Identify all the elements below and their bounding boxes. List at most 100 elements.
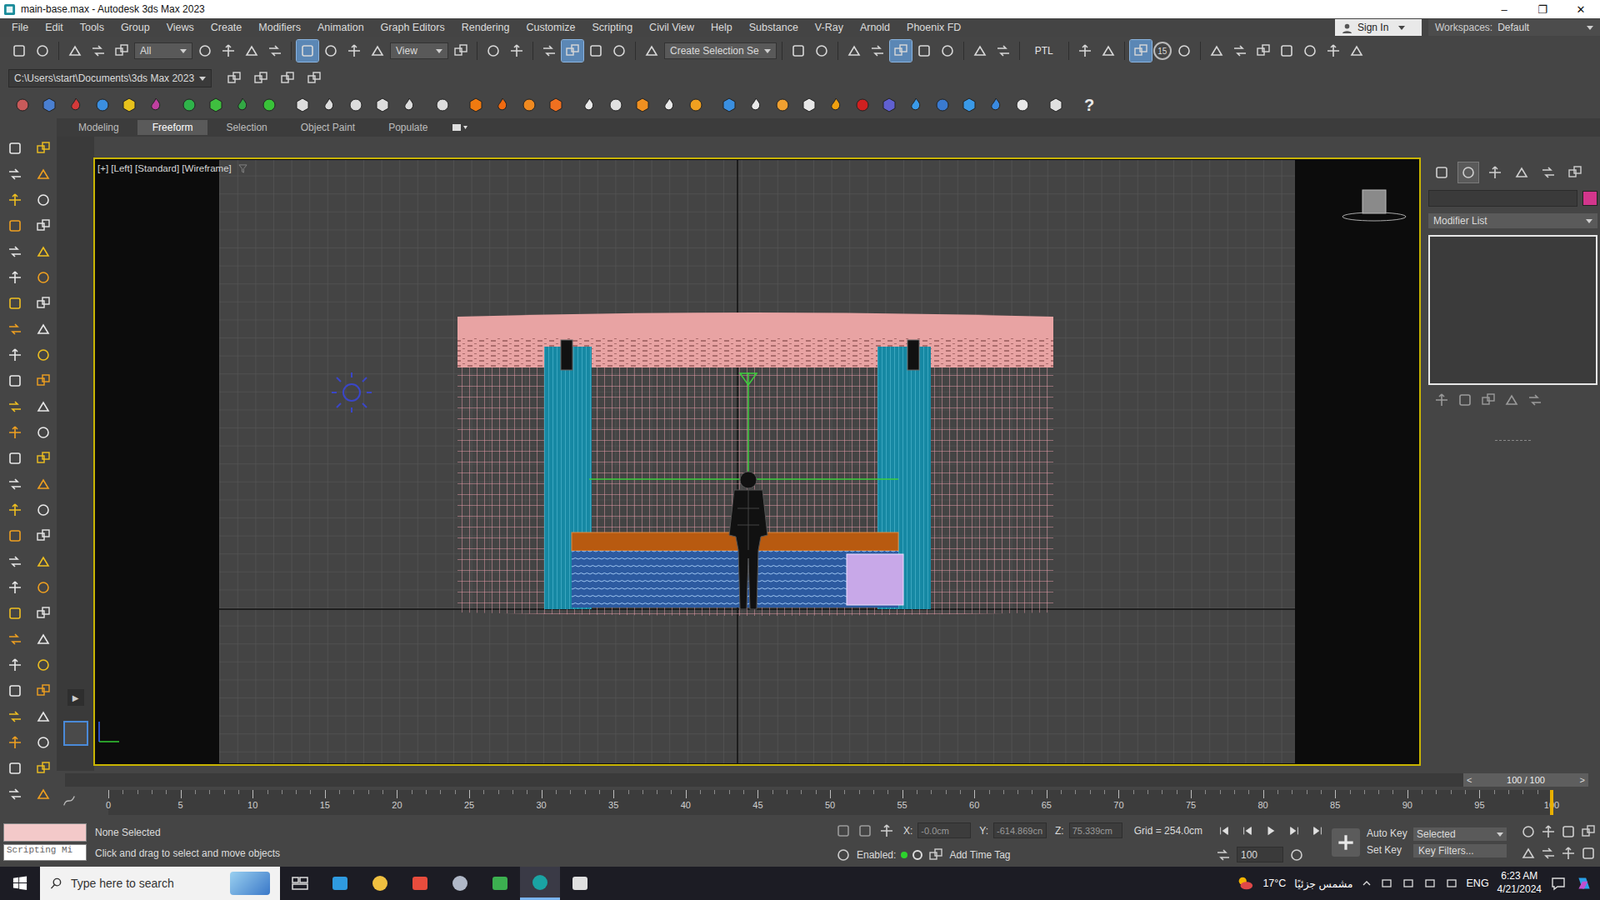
left-tool-button[interactable] bbox=[2, 186, 28, 213]
clock[interactable]: 6:23 AM4/21/2024 bbox=[1497, 870, 1542, 896]
command-panel-tab[interactable] bbox=[1511, 162, 1532, 183]
toolbar-button[interactable] bbox=[561, 40, 584, 62]
coordinate-field[interactable]: -614.869cn bbox=[993, 822, 1047, 839]
toolbar-button[interactable] bbox=[890, 40, 912, 62]
modifier-stack[interactable] bbox=[1428, 235, 1598, 385]
toolbar-button[interactable] bbox=[936, 40, 959, 62]
project-path-dropdown[interactable]: C:\Users\start\Documents\3ds Max 2023 bbox=[8, 69, 212, 88]
navigation-button[interactable] bbox=[1520, 823, 1537, 840]
left-tool-button[interactable] bbox=[30, 651, 56, 678]
left-tool-button[interactable] bbox=[2, 160, 28, 187]
toolbar-button[interactable] bbox=[810, 40, 833, 62]
extra-tool-button[interactable] bbox=[258, 94, 280, 116]
extra-tool-button[interactable] bbox=[605, 94, 627, 116]
layout-toggle-button[interactable]: ▶ bbox=[67, 689, 85, 706]
human-figure[interactable] bbox=[729, 471, 768, 610]
toolbar-button[interactable] bbox=[913, 40, 935, 62]
toolbar-button[interactable] bbox=[969, 40, 991, 62]
toolbar-button[interactable] bbox=[110, 40, 133, 62]
toolbar-label[interactable]: PTL bbox=[1025, 45, 1064, 57]
window-control-button[interactable]: ❐ bbox=[1523, 0, 1562, 19]
menu-item[interactable]: Customize bbox=[517, 21, 584, 34]
key-filters-button[interactable]: Key Filters... bbox=[1413, 844, 1507, 858]
toolbar-button[interactable] bbox=[217, 40, 240, 62]
taskbar-app[interactable] bbox=[280, 866, 320, 900]
object-color-swatch[interactable] bbox=[1582, 190, 1598, 206]
toolbar-badge-button[interactable]: 15 bbox=[1153, 41, 1172, 60]
tray-icon[interactable] bbox=[1423, 876, 1437, 890]
time-tag-toggle[interactable] bbox=[912, 850, 923, 860]
extra-tool-button[interactable] bbox=[878, 94, 900, 116]
viewport-layout-thumbnail[interactable] bbox=[63, 720, 89, 746]
left-tool-button[interactable] bbox=[30, 419, 56, 445]
menu-item[interactable]: Scripting bbox=[583, 21, 641, 34]
modifier-list-dropdown[interactable]: Modifier List bbox=[1428, 213, 1598, 229]
menu-item[interactable]: Views bbox=[158, 21, 203, 34]
left-tool-button[interactable] bbox=[30, 780, 56, 807]
left-tool-button[interactable] bbox=[2, 470, 28, 497]
toolbar-button[interactable] bbox=[866, 40, 889, 62]
input-language[interactable]: ENG bbox=[1466, 877, 1490, 890]
ribbon-toggle[interactable] bbox=[451, 122, 469, 133]
left-tool-button[interactable] bbox=[2, 367, 28, 394]
window-control-button[interactable]: ✕ bbox=[1561, 0, 1600, 19]
left-tool-button[interactable] bbox=[30, 186, 56, 213]
extra-tool-button[interactable] bbox=[851, 94, 874, 116]
extra-tool-button[interactable] bbox=[205, 94, 227, 116]
temperature[interactable]: 17°C bbox=[1262, 877, 1286, 890]
extra-tool-button[interactable] bbox=[985, 94, 1007, 116]
left-tool-button[interactable] bbox=[30, 445, 56, 471]
playback-button[interactable] bbox=[1215, 822, 1234, 840]
left-tool-button[interactable] bbox=[2, 651, 28, 678]
tray-icon[interactable] bbox=[1445, 876, 1459, 890]
playback-button[interactable] bbox=[1285, 822, 1304, 840]
coordinate-field[interactable]: -0.0cm bbox=[917, 822, 971, 839]
extra-tool-button[interactable] bbox=[231, 94, 254, 116]
left-tool-button[interactable] bbox=[30, 729, 56, 755]
menu-item[interactable]: Create bbox=[202, 21, 251, 34]
playback-button[interactable] bbox=[1238, 822, 1257, 840]
stack-button[interactable] bbox=[1456, 391, 1474, 409]
left-tool-button[interactable] bbox=[2, 522, 28, 549]
toolbar-button[interactable] bbox=[8, 40, 30, 62]
coordinate-field[interactable]: 75.339cm bbox=[1069, 822, 1123, 839]
menu-item[interactable]: Rendering bbox=[453, 21, 519, 34]
extra-tool-button[interactable] bbox=[291, 94, 314, 116]
extra-tool-button[interactable] bbox=[518, 94, 540, 116]
left-tool-button[interactable] bbox=[30, 548, 56, 575]
view-cube-icon[interactable] bbox=[1342, 190, 1406, 221]
navigation-button[interactable] bbox=[1560, 823, 1577, 840]
extra-tool-button[interactable] bbox=[345, 94, 367, 116]
toolbar-button[interactable] bbox=[505, 40, 528, 62]
left-tool-button[interactable] bbox=[2, 135, 28, 161]
left-tool-button[interactable] bbox=[2, 496, 28, 523]
menu-item[interactable]: Arnold bbox=[851, 21, 899, 34]
key-mode-dropdown[interactable]: Selected bbox=[1413, 827, 1507, 841]
ribbon-tab[interactable]: Populate bbox=[373, 120, 443, 135]
left-tool-button[interactable] bbox=[30, 264, 56, 290]
extra-tool-button[interactable] bbox=[1045, 94, 1067, 116]
extra-tool-button[interactable] bbox=[65, 94, 87, 116]
track-bar[interactable]: 0510152025303540455055606570758085909510… bbox=[108, 790, 1552, 815]
toolbar-button[interactable] bbox=[1130, 40, 1152, 62]
taskbar-app[interactable] bbox=[320, 866, 360, 900]
adaptive-degradation-button[interactable] bbox=[835, 846, 852, 864]
scene-canvas[interactable] bbox=[94, 158, 1420, 765]
purple-box[interactable] bbox=[846, 554, 904, 605]
left-tool-button[interactable] bbox=[2, 393, 28, 420]
left-tool-button[interactable] bbox=[30, 574, 56, 600]
taskbar-app[interactable] bbox=[440, 866, 480, 900]
toolbar-button[interactable] bbox=[1173, 40, 1195, 62]
extra-tool-button[interactable] bbox=[465, 94, 487, 116]
toolbar-button[interactable] bbox=[1097, 40, 1120, 62]
sign-in-button[interactable]: Sign In bbox=[1335, 19, 1422, 36]
toolbar-button[interactable] bbox=[1252, 40, 1275, 62]
left-tool-button[interactable] bbox=[2, 548, 28, 575]
set-key-button[interactable]: Set Key bbox=[1366, 844, 1409, 858]
menu-item[interactable]: Edit bbox=[36, 21, 72, 34]
navigation-button[interactable] bbox=[1520, 845, 1537, 862]
toolbar-button[interactable] bbox=[343, 40, 365, 62]
toolbar-button[interactable] bbox=[87, 40, 110, 62]
taskbar-app[interactable] bbox=[560, 866, 600, 900]
toolbar-button[interactable] bbox=[1074, 40, 1096, 62]
